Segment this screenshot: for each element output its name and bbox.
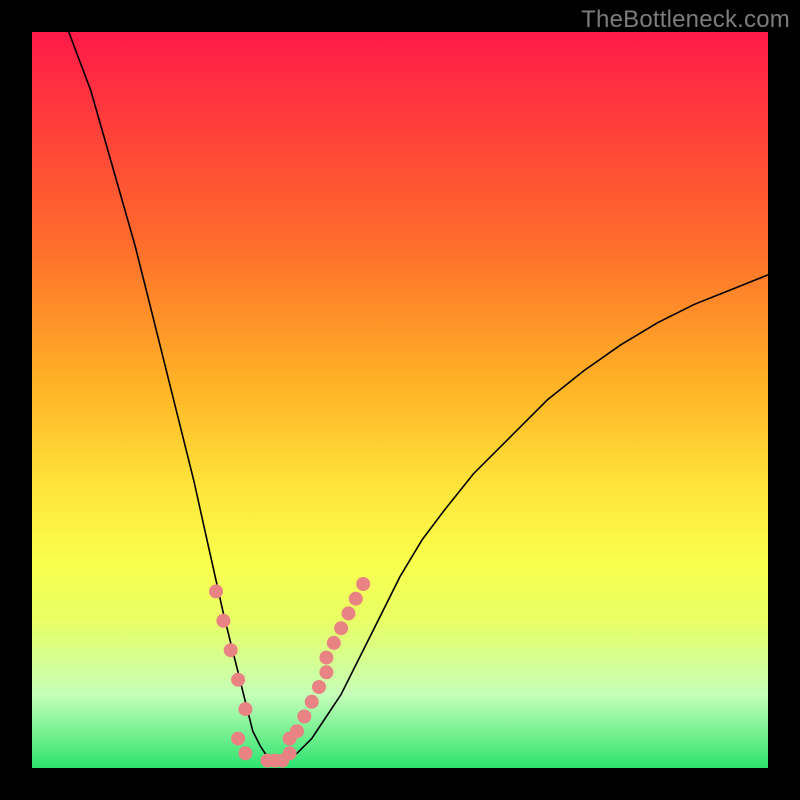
marker-dot bbox=[238, 702, 252, 716]
marker-dot bbox=[312, 680, 326, 694]
marker-dot bbox=[305, 695, 319, 709]
marker-dot bbox=[349, 592, 363, 606]
marker-dot bbox=[342, 606, 356, 620]
chart-svg bbox=[32, 32, 768, 768]
marker-dot bbox=[334, 621, 348, 635]
marker-dot bbox=[231, 732, 245, 746]
marker-dot bbox=[216, 614, 230, 628]
marker-dot bbox=[319, 651, 333, 665]
salmon-markers bbox=[209, 577, 370, 768]
marker-dot bbox=[231, 673, 245, 687]
chart-frame: TheBottleneck.com bbox=[0, 0, 800, 800]
marker-dot bbox=[297, 710, 311, 724]
marker-dot bbox=[290, 724, 304, 738]
marker-dot bbox=[319, 665, 333, 679]
marker-dot bbox=[209, 584, 223, 598]
marker-dot bbox=[327, 636, 341, 650]
marker-dot bbox=[283, 746, 297, 760]
bottleneck-curve bbox=[69, 32, 768, 761]
watermark-text: TheBottleneck.com bbox=[581, 6, 790, 34]
marker-dot bbox=[356, 577, 370, 591]
marker-dot bbox=[238, 746, 252, 760]
marker-dot bbox=[224, 643, 238, 657]
